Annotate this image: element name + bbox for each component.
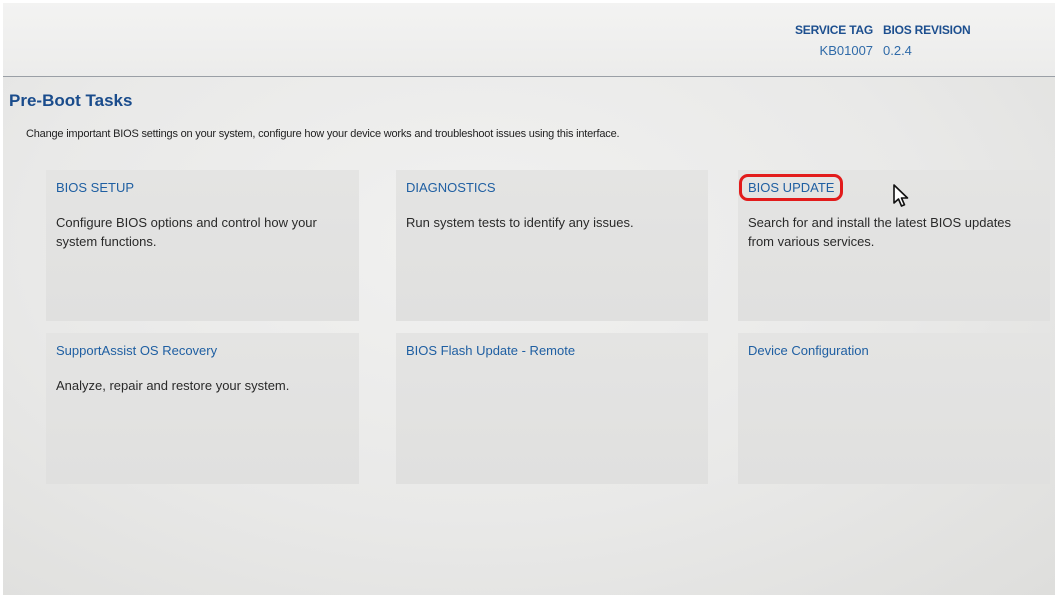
tile-desc-supportassist-os-recovery: Analyze, repair and restore your system. bbox=[56, 378, 290, 393]
page-subtitle: Change important BIOS settings on your s… bbox=[26, 128, 620, 140]
service-tag-value: KB01007 bbox=[819, 43, 874, 58]
bios-revision-block: BIOS REVISION 0.2.4 bbox=[883, 23, 971, 58]
red-highlight-box bbox=[739, 174, 844, 201]
header-bar: SERVICE TAG KB01007 BIOS REVISION 0.2.4 bbox=[3, 3, 1055, 77]
tile-title-supportassist-os-recovery[interactable]: SupportAssist OS Recovery bbox=[56, 343, 217, 358]
page-title: Pre-Boot Tasks bbox=[9, 91, 133, 110]
tile-device-configuration[interactable]: Device Configuration bbox=[738, 333, 1050, 484]
bios-revision-label: BIOS REVISION bbox=[883, 23, 971, 37]
tile-title-device-configuration[interactable]: Device Configuration bbox=[748, 343, 869, 358]
bios-revision-value: 0.2.4 bbox=[883, 43, 912, 58]
tile-desc-bios-update: Search for and install the latest BIOS u… bbox=[748, 215, 1012, 249]
tile-desc-diagnostics: Run system tests to identify any issues. bbox=[406, 215, 634, 230]
service-tag-block: SERVICE TAG KB01007 bbox=[795, 23, 873, 58]
mouse-pointer-icon bbox=[893, 184, 909, 207]
bios-screen: SERVICE TAG KB01007 BIOS REVISION 0.2.4 … bbox=[3, 3, 1055, 595]
tile-title-diagnostics[interactable]: DIAGNOSTICS bbox=[406, 180, 496, 195]
tile-title-bios-flash-update-remote[interactable]: BIOS Flash Update - Remote bbox=[406, 343, 575, 358]
tile-bios-flash-update-remote[interactable]: BIOS Flash Update - Remote bbox=[396, 333, 708, 484]
tile-title-bios-update[interactable]: BIOS UPDATE bbox=[739, 174, 844, 201]
tile-desc-bios-setup: Configure BIOS options and control how y… bbox=[56, 215, 317, 249]
service-tag-label: SERVICE TAG bbox=[795, 23, 874, 37]
tile-bios-setup[interactable]: BIOS SETUP Configure BIOS options and co… bbox=[46, 170, 359, 321]
tile-title-bios-setup[interactable]: BIOS SETUP bbox=[56, 180, 134, 195]
tile-diagnostics[interactable]: DIAGNOSTICS Run system tests to identify… bbox=[396, 170, 708, 321]
tile-supportassist-os-recovery[interactable]: SupportAssist OS Recovery Analyze, repai… bbox=[46, 333, 359, 484]
